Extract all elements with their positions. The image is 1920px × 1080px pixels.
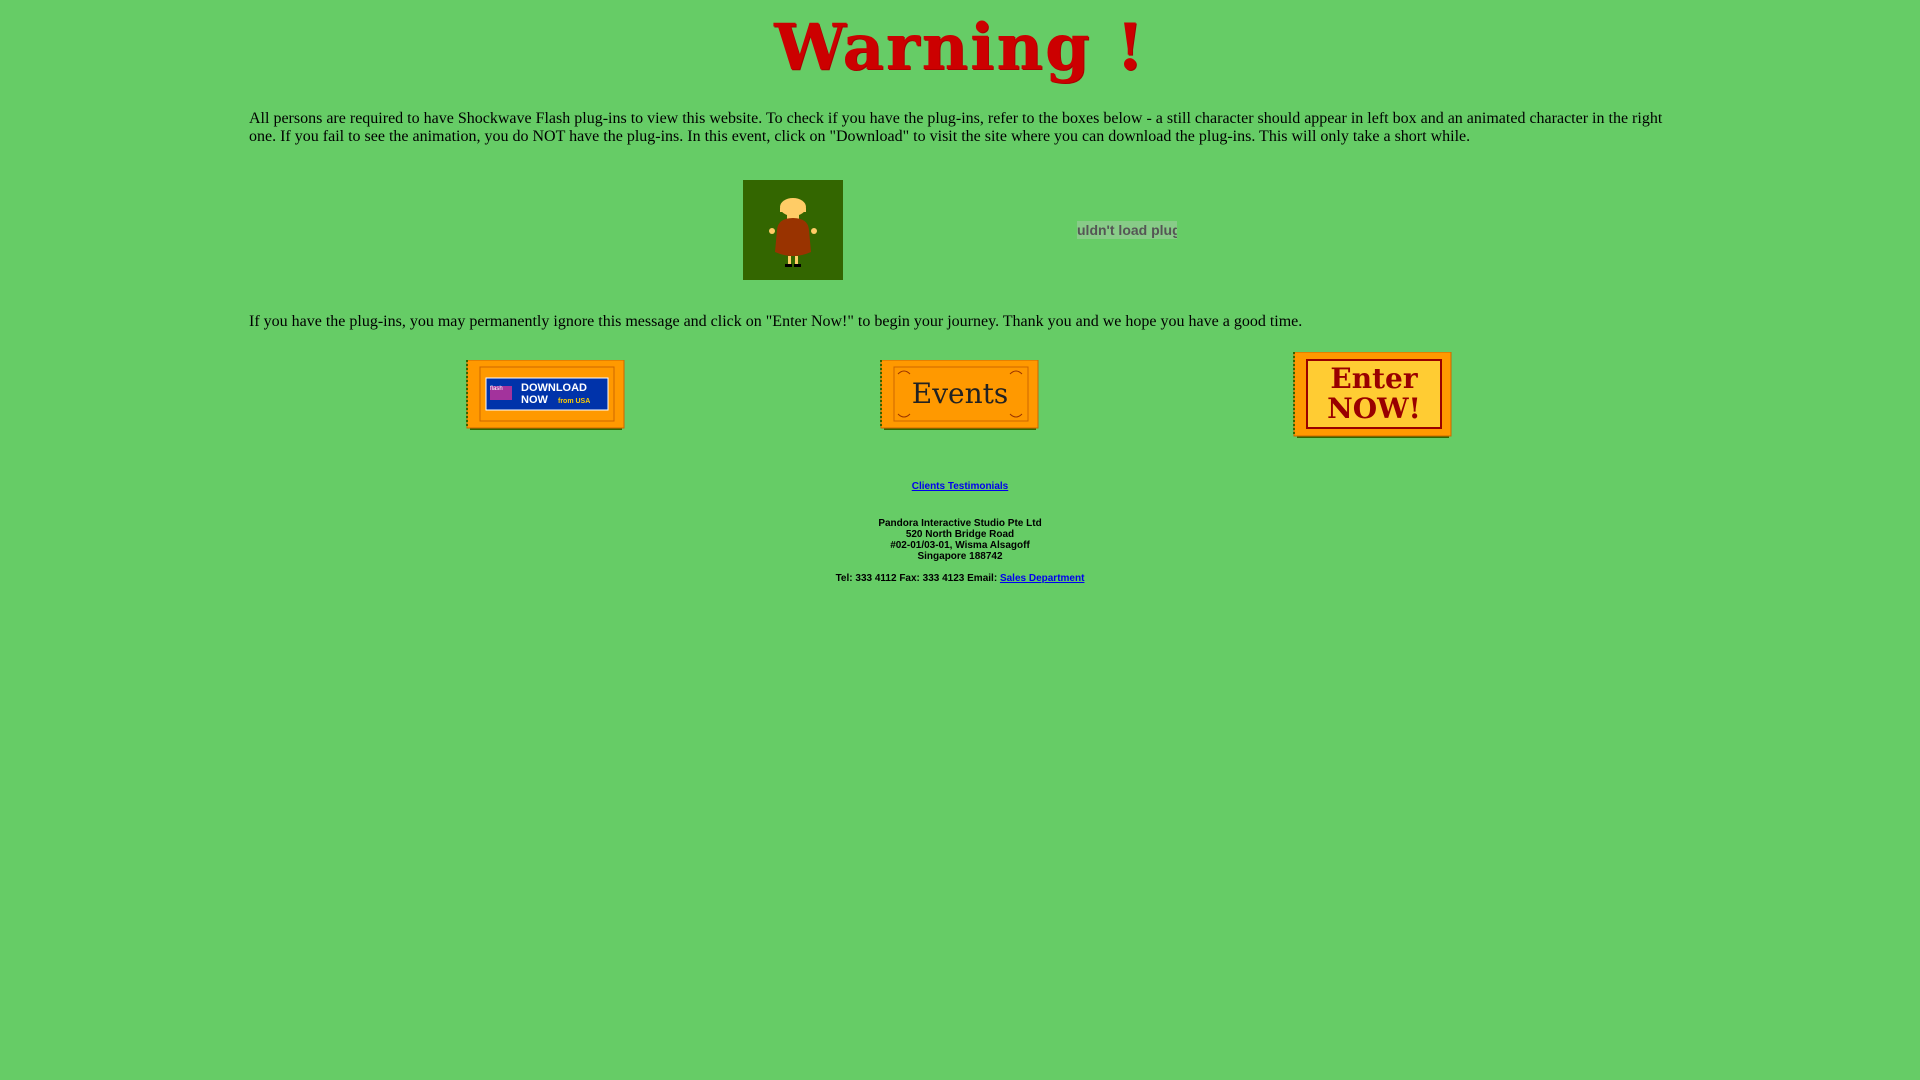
page-title: Warning ! bbox=[774, 10, 1146, 85]
events-button[interactable]: Events bbox=[880, 359, 1040, 432]
character-figure-icon bbox=[769, 198, 817, 267]
download-label-line2: NOW bbox=[521, 394, 548, 406]
contact-text: Tel: 333 4112 Fax: 333 4123 Email: bbox=[835, 573, 998, 584]
animated-plugin-box: uldn't load plug bbox=[1077, 221, 1177, 239]
download-label-sub: from USA bbox=[558, 398, 591, 405]
sales-email-link[interactable]: Sales Department bbox=[1000, 573, 1084, 584]
download-button[interactable]: flash DOWNLOAD NOW from USA bbox=[466, 359, 626, 432]
still-character-box bbox=[743, 180, 843, 280]
testimonials-link[interactable]: Clients Testimonials bbox=[912, 481, 1009, 492]
intro-paragraph: All persons are required to have Shockwa… bbox=[249, 110, 1663, 145]
company-name: Pandora Interactive Studio Pte Ltd bbox=[878, 518, 1042, 529]
continue-paragraph: If you have the plug-ins, you may perman… bbox=[249, 313, 1303, 330]
address-line-1: 520 North Bridge Road bbox=[905, 529, 1015, 540]
testimonials-row: Clients Testimonials bbox=[0, 481, 1920, 492]
contact-row: Tel: 333 4112 Fax: 333 4123 Email: Sales… bbox=[0, 573, 1920, 584]
enter-label-line1: Enter bbox=[1330, 362, 1418, 395]
events-label: Events bbox=[911, 377, 1009, 410]
address-line-2: #02-01/03-01, Wisma Alsagoff bbox=[890, 540, 1030, 551]
download-label-line1: DOWNLOAD bbox=[521, 382, 587, 394]
enter-label-line2: NOW! bbox=[1327, 392, 1421, 425]
svg-text:flash: flash bbox=[490, 386, 503, 392]
address-line-3: Singapore 188742 bbox=[917, 551, 1003, 562]
company-address: Pandora Interactive Studio Pte Ltd 520 N… bbox=[0, 518, 1920, 562]
enter-now-button[interactable]: Enter NOW! bbox=[1293, 351, 1453, 440]
